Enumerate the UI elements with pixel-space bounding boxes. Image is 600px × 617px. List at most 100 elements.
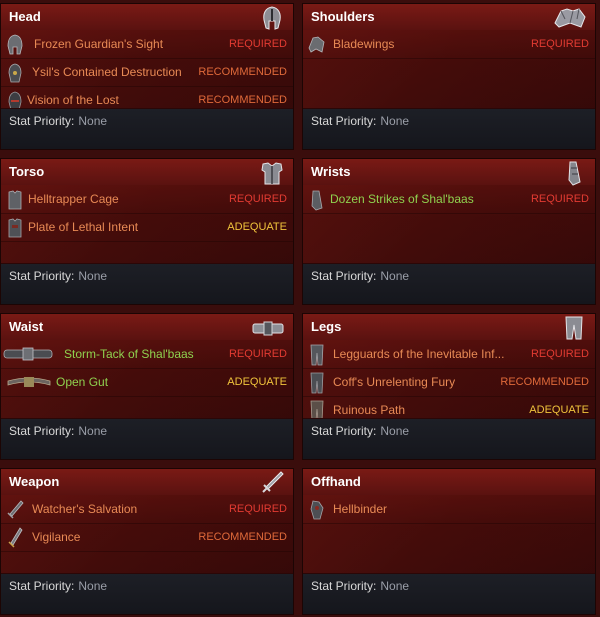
list-item[interactable]: Plate of Lethal Intent ADEQUATE: [1, 214, 293, 242]
slot-panel-shoulders: Shoulders Bladewings REQUIRED Stat Prior…: [302, 3, 596, 150]
list-item[interactable]: Vigilance RECOMMENDED: [1, 524, 293, 552]
bracer-icon: [311, 190, 323, 211]
list-item[interactable]: Coff's Unrelenting Fury RECOMMENDED: [303, 369, 595, 397]
slot-panel-waist: Waist Storm-Tack of Shal'baas REQUIRED O…: [0, 313, 294, 460]
chest-armor-icon: [8, 218, 22, 238]
stat-priority-bar: Stat Priority: None: [303, 108, 595, 149]
panel-header: Head: [1, 4, 293, 30]
list-item[interactable]: Helltrapper Cage REQUIRED: [1, 186, 293, 214]
sword-icon: [8, 527, 23, 548]
slot-panel-wrists: Wrists Dozen Strikes of Shal'baas REQUIR…: [302, 158, 596, 305]
tier-badge: REQUIRED: [530, 193, 589, 205]
item-name[interactable]: Open Gut: [56, 375, 108, 389]
stat-priority-bar: Stat Priority: None: [303, 263, 595, 304]
stat-value: None: [380, 269, 410, 283]
list-item[interactable]: Hellbinder: [303, 496, 595, 524]
stat-value: None: [78, 579, 108, 593]
stat-label: Stat Priority:: [311, 579, 377, 593]
slot-panel-head: Head Frozen Guardian's Sight REQUIRED Ys…: [0, 3, 294, 150]
tier-badge: RECOMMENDED: [500, 376, 589, 388]
item-name[interactable]: Bladewings: [333, 37, 394, 51]
slot-panel-offhand: Offhand Hellbinder Stat Priority: None: [302, 468, 596, 615]
leggings-icon: [310, 372, 324, 394]
item-name[interactable]: Coff's Unrelenting Fury: [333, 375, 455, 389]
stat-label: Stat Priority:: [9, 424, 75, 438]
stat-label: Stat Priority:: [311, 114, 377, 128]
item-name[interactable]: Vision of the Lost: [27, 93, 119, 107]
tier-badge: ADEQUATE: [529, 404, 589, 416]
item-name[interactable]: Helltrapper Cage: [28, 192, 119, 206]
panel-title: Shoulders: [311, 9, 375, 24]
item-name[interactable]: Legguards of the Inevitable Inf...: [333, 347, 504, 361]
panel-header: Torso: [1, 159, 293, 185]
list-item[interactable]: Ysil's Contained Destruction RECOMMENDED: [1, 59, 293, 87]
stat-value: None: [78, 424, 108, 438]
belt-icon: [252, 321, 284, 336]
tier-badge: REQUIRED: [530, 38, 589, 50]
tier-badge: ADEQUATE: [227, 221, 287, 233]
helmet-icon: [263, 6, 281, 30]
stat-priority-bar: Stat Priority: None: [1, 573, 293, 614]
item-name[interactable]: Plate of Lethal Intent: [28, 220, 138, 234]
slot-panel-weapon: Weapon Watcher's Salvation REQUIRED Vigi…: [0, 468, 294, 615]
tier-badge: REQUIRED: [228, 348, 287, 360]
panel-title: Wrists: [311, 164, 351, 179]
list-item[interactable]: Dozen Strikes of Shal'baas REQUIRED: [303, 186, 595, 214]
tier-badge: REQUIRED: [228, 503, 287, 515]
item-name[interactable]: Frozen Guardian's Sight: [34, 37, 163, 51]
list-item[interactable]: Bladewings REQUIRED: [303, 31, 595, 59]
belt-icon: [7, 377, 51, 387]
panel-title: Head: [9, 9, 41, 24]
offhand-icon: [310, 500, 324, 520]
panel-header: Offhand: [303, 469, 595, 495]
leggings-icon: [565, 316, 583, 340]
belt-icon: [3, 347, 53, 361]
stat-priority-bar: Stat Priority: None: [1, 263, 293, 304]
item-name[interactable]: Vigilance: [32, 530, 80, 544]
item-name[interactable]: Hellbinder: [333, 502, 387, 516]
list-item[interactable]: Open Gut ADEQUATE: [1, 369, 293, 397]
item-name[interactable]: Dozen Strikes of Shal'baas: [330, 192, 474, 206]
list-item[interactable]: Frozen Guardian's Sight REQUIRED: [1, 31, 293, 59]
helmet-icon: [7, 34, 23, 55]
item-name[interactable]: Ruinous Path: [333, 403, 405, 417]
sword-icon: [262, 471, 284, 493]
tier-badge: ADEQUATE: [227, 376, 287, 388]
leggings-icon: [310, 344, 324, 366]
list-item[interactable]: Watcher's Salvation REQUIRED: [1, 496, 293, 524]
helmet-icon: [8, 63, 22, 83]
list-item[interactable]: Storm-Tack of Shal'baas REQUIRED: [1, 341, 293, 369]
stat-value: None: [78, 269, 108, 283]
panel-header: Wrists: [303, 159, 595, 186]
stat-priority-bar: Stat Priority: None: [1, 418, 293, 459]
stat-label: Stat Priority:: [9, 269, 75, 283]
chest-armor-icon: [8, 190, 22, 210]
stat-label: Stat Priority:: [9, 579, 75, 593]
panel-title: Offhand: [311, 474, 361, 489]
item-name[interactable]: Ysil's Contained Destruction: [32, 65, 182, 79]
tier-badge: RECOMMENDED: [198, 531, 287, 543]
stat-label: Stat Priority:: [311, 424, 377, 438]
tier-badge: REQUIRED: [228, 38, 287, 50]
panel-title: Torso: [9, 164, 45, 179]
stat-label: Stat Priority:: [311, 269, 377, 283]
tier-badge: RECOMMENDED: [198, 94, 287, 106]
item-name[interactable]: Storm-Tack of Shal'baas: [64, 347, 194, 361]
slot-panel-legs: Legs Legguards of the Inevitable Inf... …: [302, 313, 596, 460]
gear-grid: Head Frozen Guardian's Sight REQUIRED Ys…: [0, 0, 600, 617]
chest-armor-icon: [261, 162, 283, 185]
list-item[interactable]: Legguards of the Inevitable Inf... REQUI…: [303, 341, 595, 369]
shoulder-icon: [554, 8, 586, 28]
panel-title: Waist: [9, 319, 44, 334]
panel-title: Legs: [311, 319, 342, 334]
slot-panel-torso: Torso Helltrapper Cage REQUIRED Plate of…: [0, 158, 294, 305]
panel-header: Shoulders: [303, 4, 595, 30]
bracer-icon: [568, 161, 581, 186]
shoulder-icon: [308, 36, 325, 53]
stat-value: None: [78, 114, 108, 128]
stat-value: None: [380, 579, 410, 593]
tier-badge: REQUIRED: [530, 348, 589, 360]
stat-priority-bar: Stat Priority: None: [1, 108, 293, 149]
stat-label: Stat Priority:: [9, 114, 75, 128]
item-name[interactable]: Watcher's Salvation: [32, 502, 137, 516]
